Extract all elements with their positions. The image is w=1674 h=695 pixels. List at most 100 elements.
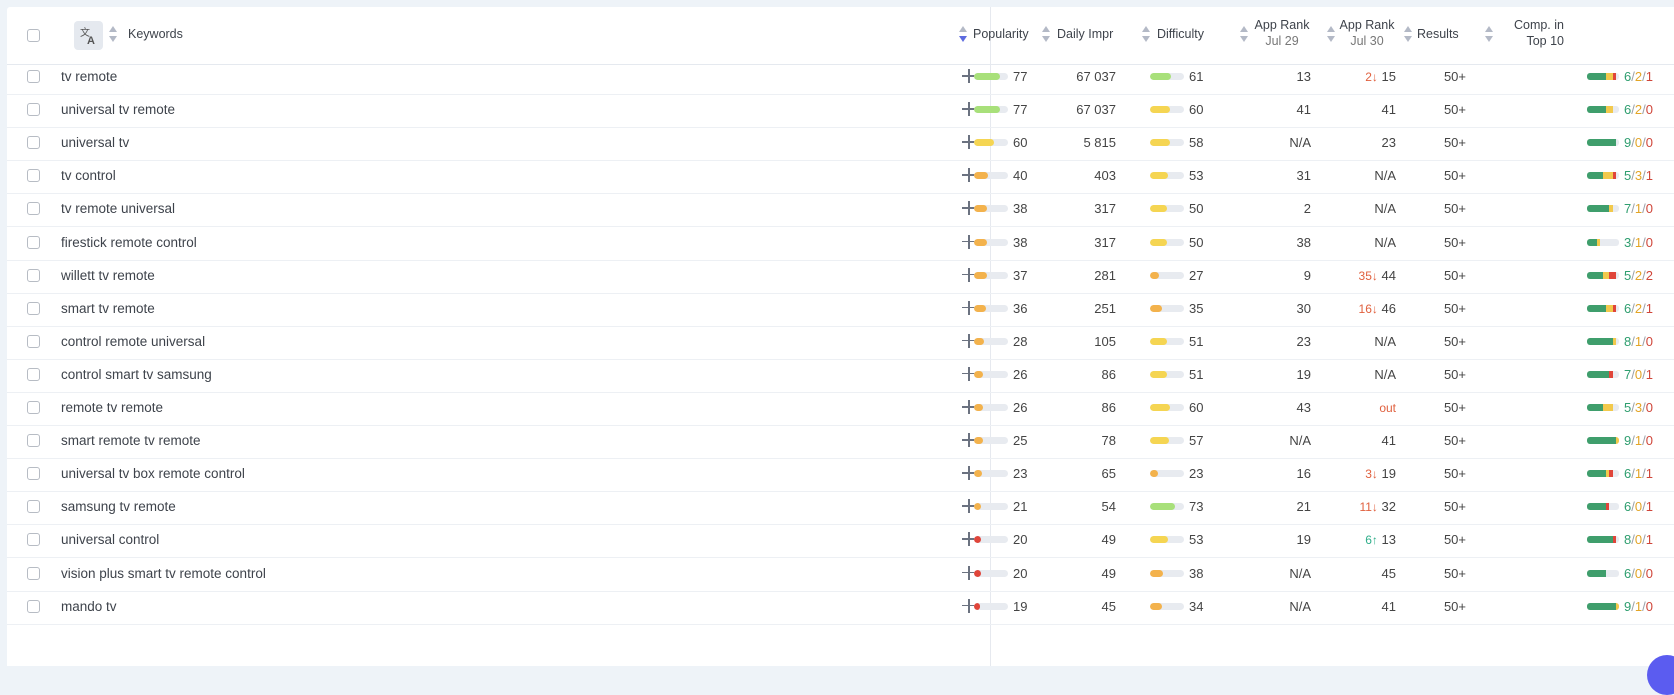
table-row[interactable]: universal tv 60 5 815 58 N/A 23 50+ 9/0/0 xyxy=(7,126,1674,162)
chat-bubble-button[interactable] xyxy=(1647,655,1674,695)
table-row[interactable]: control smart tv samsung 26 86 51 19 N/A 50+ 7… xyxy=(7,358,1674,393)
comp-yellow-segment xyxy=(1615,437,1619,445)
row-checkbox[interactable] xyxy=(27,136,40,150)
rank-jul30-cell: 41 xyxy=(1297,599,1396,614)
sort-comp-icon[interactable] xyxy=(1485,26,1493,42)
table-row[interactable]: tv remote 77 67 037 61 13 2↓ 15 50+ 6/2/1 xyxy=(7,60,1674,95)
competition-counts: 6/0/1 xyxy=(1624,499,1653,515)
sort-difficulty-icon[interactable] xyxy=(1142,26,1150,42)
header-app-rank-jul29[interactable]: App Rank Jul 29 xyxy=(1253,17,1311,49)
row-checkbox[interactable] xyxy=(27,235,40,249)
keyword-text[interactable]: smart remote tv remote xyxy=(61,433,201,448)
row-checkbox[interactable] xyxy=(27,434,40,448)
rank-change: 35↓ xyxy=(1358,268,1378,283)
keyword-text[interactable]: firestick remote control xyxy=(61,235,197,250)
sort-app-rank-jul29-icon[interactable] xyxy=(1240,26,1248,42)
keyword-text[interactable]: control smart tv samsung xyxy=(61,367,212,382)
row-checkbox[interactable] xyxy=(27,533,40,547)
keyword-text[interactable]: universal tv xyxy=(61,135,129,150)
table-row[interactable]: tv remote universal 38 317 50 2 N/A 50+ 7/1/0 xyxy=(7,192,1674,228)
row-checkbox[interactable] xyxy=(27,467,40,481)
row-checkbox[interactable] xyxy=(27,268,40,282)
table-row[interactable]: smart tv remote 36 251 35 30 16↓ 46 50+ 6/2/1 xyxy=(7,292,1674,327)
keyword-text[interactable]: control remote universal xyxy=(61,334,205,349)
row-checkbox[interactable] xyxy=(27,301,40,315)
keyword-text[interactable]: mando tv xyxy=(61,599,117,614)
keyword-text[interactable]: willett tv remote xyxy=(61,268,155,283)
sort-popularity-icon[interactable] xyxy=(959,26,967,42)
table-row[interactable]: firestick remote control 38 317 50 38 N/A 50+… xyxy=(7,226,1674,261)
header-popularity[interactable]: Popularity xyxy=(973,26,1029,42)
difficulty-value: 73 xyxy=(1189,499,1204,515)
header-keywords[interactable]: Keywords xyxy=(128,26,183,42)
results-value: 50+ xyxy=(1443,135,1466,151)
comp-yellow-count: 1 xyxy=(1634,433,1643,449)
keyword-text[interactable]: tv remote xyxy=(61,69,117,84)
row-checkbox[interactable] xyxy=(27,401,40,414)
keyword-text[interactable]: tv control xyxy=(61,168,116,183)
row-checkbox[interactable] xyxy=(27,103,40,117)
results-value: 50+ xyxy=(1443,598,1466,614)
table-row[interactable]: mando tv 19 45 34 N/A 41 50+ 9/1/0 xyxy=(7,590,1674,625)
difficulty-bar-fill xyxy=(1150,106,1171,114)
table-row[interactable]: control remote universal 28 105 51 23 N/A 50+… xyxy=(7,325,1674,360)
sort-results-icon[interactable] xyxy=(1404,26,1412,42)
popularity-value: 19 xyxy=(1013,598,1028,614)
keyword-text[interactable]: vision plus smart tv remote control xyxy=(61,566,266,581)
comp-red-count: 1 xyxy=(1645,366,1653,382)
keyword-text[interactable]: universal tv remote xyxy=(61,102,175,117)
difficulty-bar xyxy=(1150,205,1184,213)
row-checkbox[interactable] xyxy=(27,367,40,381)
keyword-text[interactable]: universal tv box remote control xyxy=(61,466,245,481)
header-results[interactable]: Results xyxy=(1417,26,1459,42)
comp-empty-segment xyxy=(1613,371,1619,378)
keyword-text[interactable]: universal control xyxy=(61,532,159,547)
popularity-bar-fill xyxy=(974,536,981,544)
header-comp-top10[interactable]: Comp. in Top 10 xyxy=(1512,17,1564,49)
keyword-text[interactable]: samsung tv remote xyxy=(61,499,176,514)
header-daily-impr[interactable]: Daily Impr xyxy=(1057,26,1113,42)
popularity-bar-fill xyxy=(974,437,983,445)
table-row[interactable]: universal tv box remote control 23 65 23 16 3… xyxy=(7,457,1674,493)
keyword-text[interactable]: tv remote universal xyxy=(61,201,175,216)
row-checkbox[interactable] xyxy=(27,599,40,613)
sort-daily-impr-icon[interactable] xyxy=(1042,26,1050,42)
rank-jul30-value: 15 xyxy=(1381,69,1396,84)
table-row[interactable]: vision plus smart tv remote control 20 49 3… xyxy=(7,557,1674,592)
rank-jul30-value: N/A xyxy=(1374,333,1396,349)
difficulty-bar-fill xyxy=(1150,437,1170,445)
popularity-value: 26 xyxy=(1013,366,1028,382)
table-row[interactable]: universal tv remote 77 67 037 60 41 41 50+ 6/2… xyxy=(7,93,1674,129)
row-checkbox[interactable] xyxy=(27,334,40,348)
row-checkbox[interactable] xyxy=(27,500,40,514)
table-row[interactable]: samsung tv remote 21 54 73 21 11↓ 32 50+ 6/0/1 xyxy=(7,490,1674,526)
comp-red-count: 2 xyxy=(1645,267,1653,283)
row-checkbox[interactable] xyxy=(27,70,40,83)
translate-button[interactable]: 文 A xyxy=(74,21,103,50)
competition-bar xyxy=(1587,106,1619,114)
sort-keywords-icon[interactable] xyxy=(109,26,117,42)
popularity-bar xyxy=(974,238,1008,246)
table-row[interactable]: universal control 20 49 53 19 6↑ 13 50+ 8/0/1 xyxy=(7,523,1674,559)
rank-jul30-cell: 41 xyxy=(1297,433,1396,448)
header-app-rank-jul30[interactable]: App Rank Jul 30 xyxy=(1338,17,1396,49)
comp-green-segment xyxy=(1587,304,1607,312)
table-row[interactable]: willett tv remote 37 281 27 9 35↓ 44 50+ 5/2/2 xyxy=(7,259,1674,294)
row-checkbox[interactable] xyxy=(27,566,40,580)
header-difficulty[interactable]: Difficulty xyxy=(1157,26,1204,42)
row-checkbox[interactable] xyxy=(27,169,40,183)
popularity-value: 26 xyxy=(1013,400,1028,415)
row-checkbox[interactable] xyxy=(27,202,40,216)
select-all-checkbox[interactable] xyxy=(27,28,40,42)
comp-empty-segment xyxy=(1613,106,1619,113)
keyword-text[interactable]: remote tv remote xyxy=(61,400,163,415)
difficulty-bar-fill xyxy=(1150,238,1167,246)
keyword-text[interactable]: smart tv remote xyxy=(61,301,155,316)
sort-app-rank-jul30-icon[interactable] xyxy=(1327,26,1335,42)
table-row[interactable]: smart remote tv remote 25 78 57 N/A 41 50+ 9/1… xyxy=(7,424,1674,460)
comp-yellow-segment xyxy=(1615,602,1619,610)
results-value: 50+ xyxy=(1443,532,1466,548)
table-row[interactable]: remote tv remote 26 86 60 43 out 50+ 5/3/0 xyxy=(7,391,1674,426)
popularity-value: 36 xyxy=(1013,300,1028,316)
table-row[interactable]: tv control 40 403 53 31 N/A 50+ 5/3/1 xyxy=(7,159,1674,195)
